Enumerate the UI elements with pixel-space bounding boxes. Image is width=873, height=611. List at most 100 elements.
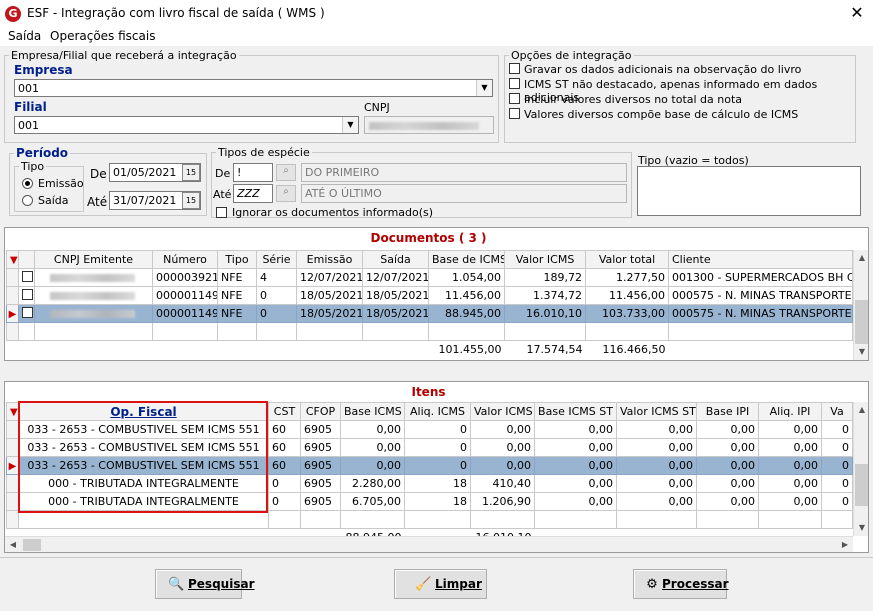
row-checkbox[interactable] <box>18 304 35 323</box>
col-cliente[interactable]: Cliente <box>668 250 853 269</box>
checkbox[interactable] <box>22 306 33 318</box>
table-row[interactable]: 0000039211 NFE 4 12/07/2021 12/07/2021 1… <box>6 268 853 287</box>
table-row[interactable]: 033 - 2653 - COMBUSTIVEL SEM ICMS 551 60… <box>6 420 853 439</box>
scroll-up-icon[interactable]: ▲ <box>854 402 868 418</box>
cfop-cell: 6905 <box>300 420 341 439</box>
radio-button[interactable] <box>22 178 33 189</box>
col-aliq-icms[interactable]: Aliq. ICMS <box>404 402 471 421</box>
table-row-empty <box>6 510 853 529</box>
col-tipo[interactable]: Tipo <box>217 250 257 269</box>
scroll-down-icon[interactable]: ▼ <box>854 344 868 360</box>
valor-icms-cell: 0,00 <box>470 438 535 457</box>
menu-operacoes-fiscais[interactable]: Operações fiscais <box>50 29 155 43</box>
radio-emissao[interactable] <box>22 178 33 192</box>
row-indicator <box>6 474 19 493</box>
ignorar-checkbox[interactable] <box>216 207 227 221</box>
empty-cell <box>34 340 153 359</box>
tipo-vazio-list[interactable] <box>637 166 861 216</box>
processar-label: Processar <box>662 577 729 591</box>
col-serie[interactable]: Série <box>256 250 297 269</box>
col-va[interactable]: Va <box>821 402 853 421</box>
itens-vscroll[interactable]: ▲ ▼ <box>853 402 868 536</box>
col-base-icms[interactable]: Base ICMS <box>340 402 405 421</box>
cnpj-cell <box>34 286 153 305</box>
col-valor-icms[interactable]: Valor ICMS <box>470 402 535 421</box>
table-row[interactable]: 033 - 2653 - COMBUSTIVEL SEM ICMS 551 60… <box>6 438 853 457</box>
chevron-down-icon[interactable]: ▼ <box>476 80 492 96</box>
col-emissao[interactable]: Emissão <box>296 250 363 269</box>
base-icms-st-cell: 0,00 <box>534 492 617 511</box>
scroll-down-icon[interactable]: ▼ <box>854 520 868 536</box>
table-row-selected[interactable]: ▶ 0000011490 NFE 0 18/05/2021 18/05/2021… <box>6 304 853 323</box>
table-row-selected[interactable]: ▶ 033 - 2653 - COMBUSTIVEL SEM ICMS 551 … <box>6 456 853 475</box>
cnpj-redacted <box>50 309 135 318</box>
radio-button[interactable] <box>22 195 33 206</box>
checkbox[interactable] <box>509 108 520 119</box>
table-row[interactable]: 000 - TRIBUTADA INTEGRALMENTE 0 6905 2.2… <box>6 474 853 493</box>
col-saida[interactable]: Saída <box>362 250 429 269</box>
col-op-fiscal[interactable]: Op. Fiscal <box>18 402 269 421</box>
binoculars-icon[interactable]: ⌕ <box>276 164 296 181</box>
cnpj-redacted <box>369 122 479 130</box>
scroll-right-icon[interactable]: ▶ <box>837 537 853 552</box>
table-row[interactable]: 0000011492 NFE 0 18/05/2021 18/05/2021 1… <box>6 286 853 305</box>
itens-hscroll[interactable]: ◀ ▶ <box>5 536 853 552</box>
col-valor-total[interactable]: Valor total <box>585 250 669 269</box>
checkbox[interactable] <box>216 207 227 218</box>
binoculars-icon[interactable]: ⌕ <box>276 185 296 202</box>
total-cell: 103.733,00 <box>585 304 669 323</box>
limpar-button[interactable]: 🧹 Limpar <box>394 569 487 599</box>
periodo-de-input[interactable]: 01/05/2021 15 <box>109 163 201 182</box>
col-cnpj[interactable]: CNPJ Emitente <box>34 250 153 269</box>
col-valor-icms[interactable]: Valor ICMS <box>504 250 586 269</box>
radio-saida[interactable] <box>22 195 33 209</box>
checkbox[interactable] <box>509 93 520 104</box>
opcao-incluir[interactable] <box>509 93 520 107</box>
empty-cell <box>585 322 669 341</box>
op-fiscal-cell: 000 - TRIBUTADA INTEGRALMENTE <box>18 474 269 493</box>
especie-de-code[interactable]: ! <box>233 163 273 182</box>
checkbox[interactable] <box>22 270 33 282</box>
checkbox[interactable] <box>509 63 520 74</box>
col-aliq-ipi[interactable]: Aliq. IPI <box>758 402 822 421</box>
radio-saida-label: Saída <box>38 194 69 207</box>
pesquisar-button[interactable]: 🔍 Pesquisar <box>155 569 254 599</box>
col-base-ipi[interactable]: Base IPI <box>696 402 759 421</box>
itens-grid: Itens ▼ Op. Fiscal CST CFOP Base ICMS Al… <box>4 381 869 553</box>
col-cst[interactable]: CST <box>268 402 301 421</box>
col-numero[interactable]: Número <box>152 250 218 269</box>
periodo-ate-input[interactable]: 31/07/2021 15 <box>109 191 201 210</box>
row-checkbox[interactable] <box>18 286 35 305</box>
row-checkbox[interactable] <box>18 268 35 287</box>
chevron-down-icon[interactable]: ▼ <box>342 117 358 133</box>
opcao-gravar[interactable] <box>509 63 520 77</box>
opcao-icms-st[interactable] <box>509 78 520 92</box>
cfop-cell: 6905 <box>300 438 341 457</box>
scroll-thumb[interactable] <box>23 539 41 551</box>
close-icon[interactable]: ✕ <box>844 2 870 24</box>
scroll-thumb[interactable] <box>855 300 868 344</box>
especie-ate-code[interactable]: ZZZ <box>233 184 273 203</box>
filial-combo[interactable]: 001 ▼ <box>14 116 359 134</box>
table-row[interactable]: 000 - TRIBUTADA INTEGRALMENTE 0 6905 6.7… <box>6 492 853 511</box>
col-cfop[interactable]: CFOP <box>300 402 341 421</box>
calendar-icon[interactable]: 15 <box>182 192 200 209</box>
row-indicator <box>6 438 19 457</box>
calendar-icon[interactable]: 15 <box>182 164 200 181</box>
menu-saida[interactable]: Saída <box>8 29 41 43</box>
documentos-vscroll[interactable]: ▲ ▼ <box>853 250 868 360</box>
scroll-left-icon[interactable]: ◀ <box>5 537 21 552</box>
aliq-ipi-cell: 0,00 <box>758 420 822 439</box>
scroll-thumb[interactable] <box>855 464 868 506</box>
col-base-icms-st[interactable]: Base ICMS ST <box>534 402 617 421</box>
opcao-valores-diversos[interactable] <box>509 108 520 122</box>
scroll-up-icon[interactable]: ▲ <box>854 250 868 266</box>
col-base-icms[interactable]: Base de ICMS <box>428 250 505 269</box>
empresa-combo[interactable]: 001 ▼ <box>14 79 493 97</box>
checkbox[interactable] <box>509 78 520 89</box>
checkbox[interactable] <box>22 288 33 300</box>
col-valor-icms-st[interactable]: Valor ICMS ST <box>616 402 697 421</box>
tipo-legend: Tipo <box>21 160 45 173</box>
processar-button[interactable]: ⚙ Processar <box>633 569 729 599</box>
aliq-icms-cell: 0 <box>404 456 471 475</box>
